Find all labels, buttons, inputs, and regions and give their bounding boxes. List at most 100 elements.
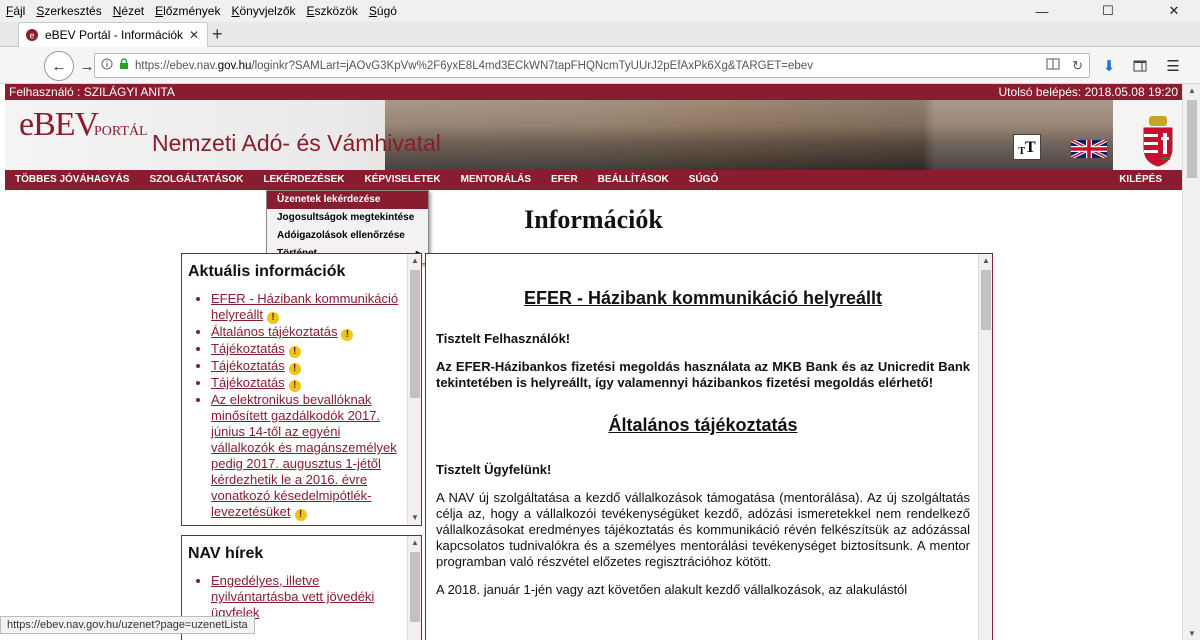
url-domain: gov.hu	[217, 59, 252, 72]
menu-item[interactable]: Súgó	[369, 4, 397, 18]
favicon-icon: e	[25, 28, 39, 42]
info-icon[interactable]	[101, 58, 113, 73]
user-name: Felhasználó : SZILÁGYI ANITA	[9, 85, 175, 99]
scroll-up-icon[interactable]: ▲	[408, 536, 421, 550]
main-navigation: TÖBBES JÓVÁHAGYÁS SZOLGÁLTATÁSOK LEKÉRDEZÉ…	[5, 170, 1182, 190]
english-flag-icon[interactable]	[1070, 138, 1108, 160]
list-item: Engedélyes, illetve nyilvántartásba vett…	[211, 573, 401, 621]
nav-item[interactable]: MENTORÁLÁS	[451, 170, 541, 190]
menu-item[interactable]: Nézet	[113, 4, 144, 18]
article-greeting-1: Tisztelt Felhasználók!	[436, 331, 571, 346]
budapest-photo	[385, 100, 1115, 170]
list-item: Tájékoztatás!	[211, 375, 401, 392]
close-window-button[interactable]: ✕	[1152, 0, 1196, 22]
info-link[interactable]: Az elektronikus bevallóknak minősített g…	[211, 392, 397, 519]
nav-item[interactable]: KÉPVISELETEK	[354, 170, 450, 190]
nav-item[interactable]: SZOLGÁLTATÁSOK	[139, 170, 253, 190]
reader-view-icon[interactable]	[1046, 58, 1060, 74]
info-link[interactable]: Engedélyes, illetve nyilvántartásba vett…	[211, 573, 374, 620]
nav-news-scrollbar[interactable]: ▲	[407, 536, 421, 640]
article-heading-efer: EFER - Házibank kommunikáció helyreállt	[523, 288, 883, 308]
scroll-up-icon[interactable]: ▲	[408, 254, 421, 268]
nav-item[interactable]: SÚGÓ	[679, 170, 728, 190]
menu-item-accesskey: E	[306, 4, 315, 18]
warning-icon: !	[294, 509, 307, 521]
scroll-thumb[interactable]	[410, 552, 420, 622]
menu-item[interactable]: Előzmények	[155, 4, 220, 18]
scroll-up-icon[interactable]: ▲	[979, 254, 992, 268]
download-icon[interactable]: ⬇	[1096, 53, 1122, 79]
warning-icon: !	[341, 329, 354, 341]
nav-item[interactable]: BEÁLLÍTÁSOK	[588, 170, 679, 190]
address-bar[interactable]: https://ebev.nav. gov.hu/loginkr?SAMLart=…	[94, 53, 1090, 78]
scroll-thumb[interactable]	[1187, 100, 1197, 178]
scroll-up-icon[interactable]: ▲	[1183, 86, 1200, 95]
list-item: EFER - Házibank kommunikáció helyreállt!	[211, 291, 401, 324]
browser-tab[interactable]: e eBEV Portál - Információk ✕	[18, 22, 208, 47]
maximize-button[interactable]: ☐	[1086, 0, 1130, 22]
agency-title: Nemzeti Adó- és Vámhivatal	[152, 130, 441, 156]
lock-icon	[119, 58, 129, 73]
current-info-scrollbar[interactable]: ▲ ▼	[407, 254, 421, 525]
user-bar: Felhasználó : SZILÁGYI ANITA Utolsó belé…	[5, 84, 1182, 100]
reload-button[interactable]: ↻	[1072, 58, 1083, 74]
article-greeting-2: Tisztelt Ügyfelünk!	[436, 462, 552, 477]
close-tab-icon[interactable]: ✕	[189, 28, 199, 42]
hungarian-crest-icon	[1141, 114, 1175, 168]
warning-icon: !	[288, 346, 301, 358]
menu-item-label: ézet	[121, 4, 145, 18]
list-item: Tájékoztatás!	[211, 341, 401, 358]
info-link[interactable]: EFER - Házibank kommunikáció helyreállt	[211, 291, 398, 322]
scroll-down-icon[interactable]: ▼	[1183, 629, 1200, 638]
article-paragraph-mentor: A NAV új szolgáltatása a kezdő vállalkoz…	[436, 490, 970, 569]
ebev-logo[interactable]: eBEV	[19, 106, 99, 144]
article-paragraph-2018: A 2018. január 1-jén vagy azt követően a…	[436, 582, 908, 597]
scroll-thumb[interactable]	[410, 270, 420, 398]
page-scrollbar[interactable]: ▲ ▼	[1182, 84, 1200, 640]
new-tab-button[interactable]: +	[212, 24, 223, 45]
scroll-down-icon[interactable]: ▼	[408, 511, 421, 525]
url-prefix: https://ebev.nav.	[135, 59, 218, 72]
browser-window: Fájl Szerkesztés Nézet Előzmények Könyvjelző…	[0, 0, 1200, 640]
info-link[interactable]: Tájékoztatás	[211, 341, 285, 356]
menu-item-label: zerkesztés	[44, 4, 102, 18]
font-size-small-t: T	[1018, 146, 1025, 157]
minimize-button[interactable]: —	[1020, 0, 1064, 22]
tab-bar: e eBEV Portál - Információk ✕ +	[0, 22, 1200, 47]
menu-item[interactable]: Szerkesztés	[36, 4, 101, 18]
font-size-button[interactable]: TT	[1013, 134, 1041, 160]
logout-link[interactable]: KILÉPÉS	[1119, 170, 1162, 190]
menu-item-accesskey: E	[155, 4, 164, 18]
menu-item-label: lőzmények	[163, 4, 221, 18]
menu-item[interactable]: Fájl	[6, 4, 25, 18]
info-link[interactable]: Általános tájékoztatás	[211, 324, 337, 339]
menu-item[interactable]: Könyvjelzők	[231, 4, 295, 18]
article-content: EFER - Házibank kommunikáció helyreállt …	[436, 254, 970, 598]
warning-icon: !	[267, 312, 280, 324]
svg-text:e: e	[29, 31, 34, 41]
info-link[interactable]: Tájékoztatás	[211, 358, 285, 373]
nav-item[interactable]: LEKÉRDEZÉSEK	[253, 170, 355, 190]
article-panel: EFER - Házibank kommunikáció helyreállt …	[425, 253, 993, 640]
menu-item-label: önyvjelzők	[239, 4, 296, 18]
scroll-thumb[interactable]	[981, 270, 991, 330]
article-heading-general: Általános tájékoztatás	[608, 415, 798, 435]
nav-item[interactable]: EFER	[541, 170, 588, 190]
back-button[interactable]: ←	[44, 51, 74, 81]
menu-button[interactable]: ☰	[1160, 53, 1186, 79]
menu-item-accesskey: S	[368, 4, 377, 18]
article-scrollbar[interactable]: ▲	[978, 254, 992, 640]
page-title: Információk	[524, 205, 663, 234]
header-banner: eBEV PORTÁL Nemzeti Adó- és Vámhivatal T…	[5, 100, 1182, 170]
menu-item-label: szközök	[314, 4, 358, 18]
menu-item-label: úgó	[376, 4, 397, 18]
info-link[interactable]: Tájékoztatás	[211, 375, 285, 390]
sidebar-icon[interactable]	[1127, 53, 1153, 79]
font-size-big-t: T	[1025, 139, 1036, 156]
tab-title: eBEV Portál - Információk	[45, 28, 184, 42]
warning-icon: !	[288, 380, 301, 392]
menu-item[interactable]: Eszközök	[307, 4, 358, 18]
web-page: Felhasználó : SZILÁGYI ANITA Utolsó belé…	[5, 84, 1182, 640]
nav-item[interactable]: TÖBBES JÓVÁHAGYÁS	[5, 170, 139, 190]
dropdown-item-label: Üzenetek lekérdezése	[277, 194, 381, 205]
